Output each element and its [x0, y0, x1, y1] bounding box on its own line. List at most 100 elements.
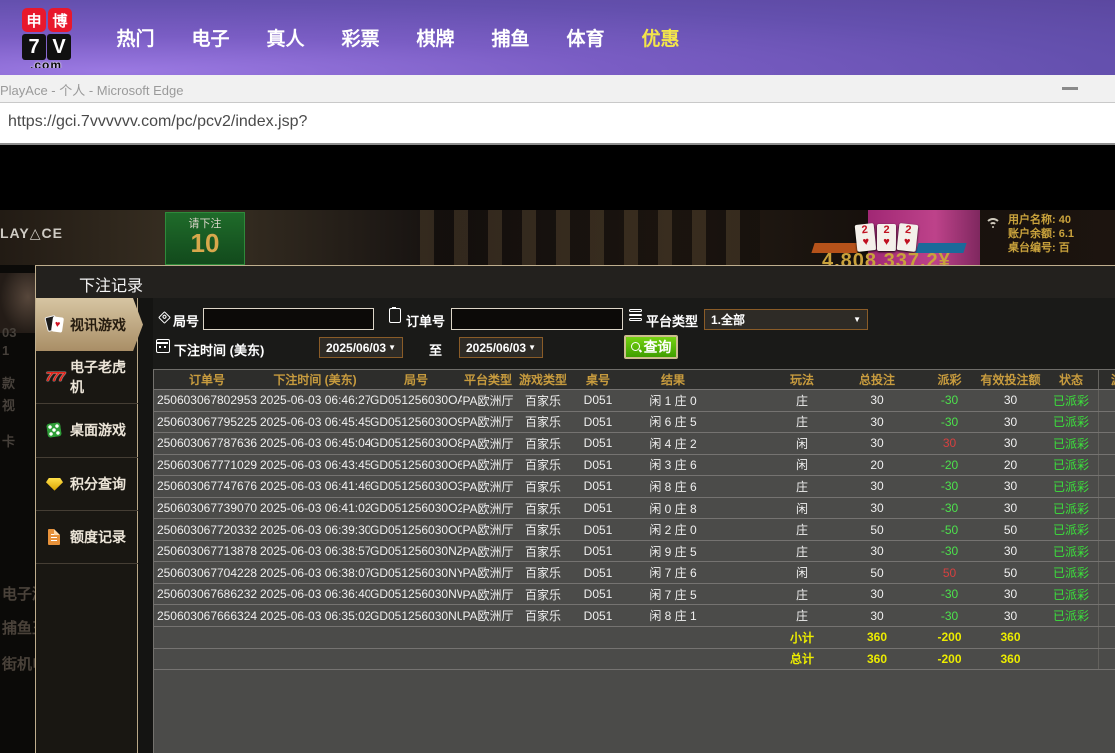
url-text: https://gci.7vvvvvv.com/pc/pcv2/index.js…	[8, 113, 307, 131]
cell-total-bet: 50	[832, 523, 922, 537]
platform-list-icon	[629, 309, 642, 322]
date-from-select[interactable]: 2025/06/03 ▼	[319, 337, 403, 358]
order-no-input[interactable]	[451, 308, 623, 330]
dimmed-fragment: 款	[2, 373, 15, 392]
cell-bet-time: 2025-06-03 06:45:45	[260, 415, 370, 429]
table-row: 2506030677042282025-06-03 06:38:07GD0512…	[154, 562, 1115, 584]
window-title: PlayAce - 个人 - Microsoft Edge	[0, 80, 184, 99]
table-row: 2506030677390702025-06-03 06:41:02GD0512…	[154, 498, 1115, 520]
header-game-type: 游戏类型	[514, 371, 572, 388]
cell-table-no: D051	[572, 566, 624, 580]
logo-v: V	[47, 34, 71, 60]
cell-table-no: D051	[572, 458, 624, 472]
cell-play: 庄	[772, 521, 832, 538]
platform-type-select[interactable]: 1.全部 ▼	[704, 309, 868, 330]
modal-title: 下注记录	[79, 272, 143, 296]
cell-platform: PA欧洲厅	[462, 586, 514, 603]
cell-game-type: 百家乐	[514, 500, 572, 517]
date-to-select[interactable]: 2025/06/03 ▼	[459, 337, 543, 358]
cell-status: 已派彩	[1044, 500, 1098, 517]
cell-status: 已派彩	[1044, 607, 1098, 624]
header-table-no: 桌号	[572, 371, 624, 388]
cell-table-no: D051	[572, 436, 624, 450]
sidebar-item-video-games[interactable]: ♥视讯游戏	[36, 298, 143, 351]
bet-countdown-box: 请下注 10	[165, 212, 245, 265]
cell-result: 闲 8 庄 1	[624, 607, 722, 624]
cell-valid-bet: 30	[977, 501, 1044, 515]
search-button-label: 查询	[644, 337, 672, 357]
chevron-down-icon: ▼	[388, 343, 396, 352]
cell-table-no: D051	[572, 501, 624, 515]
header-play: 玩法	[772, 371, 832, 388]
cell-payout: -30	[922, 609, 977, 623]
cell-game-start	[1098, 562, 1115, 583]
cell-round: GD051256030O0	[370, 523, 462, 537]
cell-game-start	[1098, 390, 1115, 411]
cell-status: 已派彩	[1044, 478, 1098, 495]
browser-urlbar[interactable]: https://gci.7vvvvvv.com/pc/pcv2/index.js…	[0, 103, 1115, 145]
playing-card: 2 ♥	[877, 224, 896, 251]
nav-item-chess[interactable]: 棋牌	[398, 24, 473, 51]
sidebar-item-points-query[interactable]: 积分查询	[36, 458, 138, 511]
cell-payout: 30	[922, 436, 977, 450]
cell-play: 庄	[772, 478, 832, 495]
cell-order: 250603067713878	[154, 544, 260, 558]
cell-order: 250603067704228	[154, 566, 260, 580]
sidebar-item-table-games[interactable]: 桌面游戏	[36, 404, 138, 457]
cell-status: 已派彩	[1044, 586, 1098, 603]
cell-game-type: 百家乐	[514, 564, 572, 581]
sidebar-item-quota-records[interactable]: 额度记录	[36, 511, 138, 564]
table-row: 2506030677952252025-06-03 06:45:45GD0512…	[154, 412, 1115, 434]
logo-char-bo: 博	[48, 8, 72, 32]
dimmed-fragment: 街机电玩	[2, 653, 35, 674]
cell-total-bet: 50	[832, 566, 922, 580]
total-label: 总计	[772, 650, 832, 667]
cell-result: 闲 1 庄 0	[624, 392, 722, 409]
cell-payout: -30	[922, 393, 977, 407]
nav-item-promo[interactable]: 优惠	[623, 24, 698, 51]
round-no-input[interactable]	[203, 308, 374, 330]
dimmed-fragment: 捕鱼王	[2, 617, 35, 638]
site-logo[interactable]: 申 博 7 V .com	[22, 8, 82, 74]
table-row: 2506030677876362025-06-03 06:45:04GD0512…	[154, 433, 1115, 455]
cell-order: 250603067720332	[154, 523, 260, 537]
playing-card: 2 ♥	[897, 223, 919, 252]
nav-item-sports[interactable]: 体育	[548, 24, 623, 51]
platform-type-label: 平台类型	[646, 311, 698, 330]
header-status: 状态	[1044, 371, 1098, 388]
tag-icon	[158, 311, 171, 324]
gem-icon	[44, 474, 66, 494]
cell-platform: PA欧洲厅	[462, 456, 514, 473]
nav-item-hot[interactable]: 热门	[98, 24, 173, 51]
cell-play: 庄	[772, 543, 832, 560]
cell-play: 闲	[772, 500, 832, 517]
search-button[interactable]: 查询	[624, 335, 678, 359]
minimize-icon[interactable]	[1062, 87, 1078, 90]
cell-platform: PA欧洲厅	[462, 543, 514, 560]
subtotal-valid: 360	[977, 630, 1044, 644]
nav-item-lottery[interactable]: 彩票	[323, 24, 398, 51]
subtotal-row: 小计360-200360	[154, 627, 1115, 649]
cell-total-bet: 30	[832, 587, 922, 601]
sidebar-item-slot-machine[interactable]: 777电子老虎机	[36, 351, 138, 404]
nav-item-fishing[interactable]: 捕鱼	[473, 24, 548, 51]
table-row: 2506030676663242025-06-03 06:35:02GD0512…	[154, 605, 1115, 627]
table-row: 2506030677710292025-06-03 06:43:45GD0512…	[154, 455, 1115, 477]
cell-platform: PA欧洲厅	[462, 478, 514, 495]
cell-status: 已派彩	[1044, 543, 1098, 560]
cell-platform: PA欧洲厅	[462, 413, 514, 430]
cell-play: 闲	[772, 435, 832, 452]
nav-item-slots[interactable]: 电子	[173, 24, 248, 51]
cell-valid-bet: 30	[977, 479, 1044, 493]
cell-round: GD051256030O8	[370, 436, 462, 450]
cell-game-type: 百家乐	[514, 543, 572, 560]
cell-game-start	[1098, 519, 1115, 540]
cell-result: 闲 7 庄 6	[624, 564, 722, 581]
modal-main: 局号 订单号 平台类型 1.全部 ▼ 下注时间 (美东) 2025/06/03 …	[153, 298, 1115, 753]
nav-item-live[interactable]: 真人	[248, 24, 323, 51]
header-bet-time: 下注时间 (美东)	[260, 371, 370, 388]
header-round: 局号	[370, 371, 462, 388]
cell-total-bet: 30	[832, 415, 922, 429]
cell-bet-time: 2025-06-03 06:38:57	[260, 544, 370, 558]
cell-round: GD051256030NU	[370, 609, 462, 623]
